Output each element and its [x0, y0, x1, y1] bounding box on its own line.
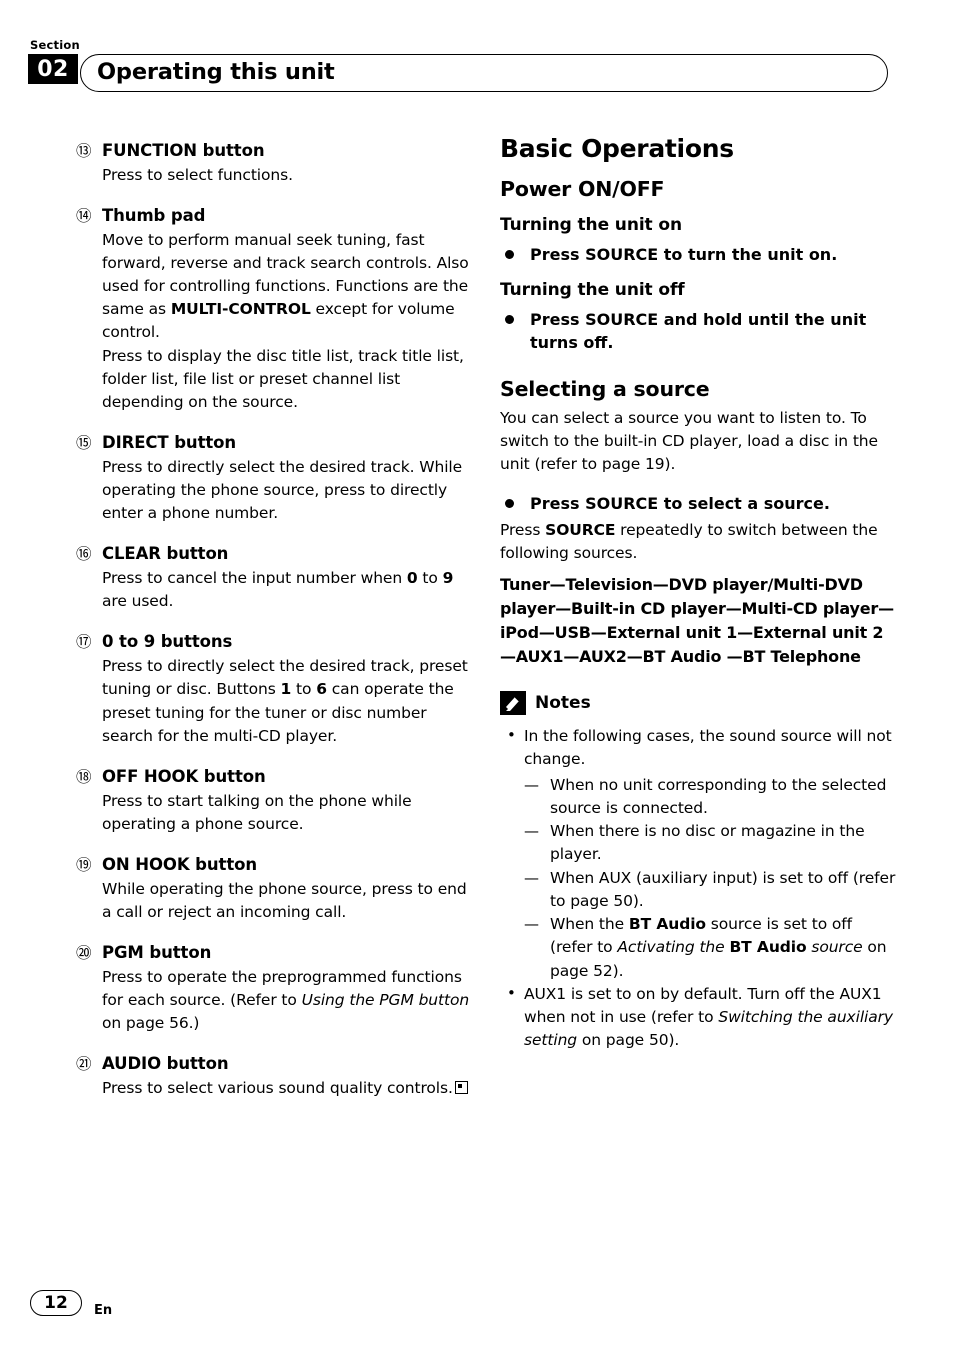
right-column: Basic Operations Power ON/OFF Turning th…: [500, 134, 896, 1055]
item-marker: ⑳: [76, 944, 92, 963]
page-language: En: [94, 1303, 113, 1318]
item-body: Press to select various sound quality co…: [102, 1077, 476, 1100]
item-title: OFF HOOK button: [102, 766, 266, 786]
manual-item: ⑲ ON HOOK button While operating the phone…: [76, 854, 476, 924]
section-number-badge: 02: [28, 54, 78, 84]
bullet-turn-on: Press SOURCE to turn the unit on.: [500, 243, 896, 266]
note-sub-item: When no unit corresponding to the select…: [524, 774, 896, 821]
note-item: AUX1 is set to on by default. Turn off t…: [500, 982, 896, 1053]
pencil-icon: [500, 691, 526, 716]
item-body: Press to directly select the desired tra…: [102, 457, 463, 523]
notes-title: Notes: [535, 693, 591, 714]
manual-item: ⑱ OFF HOOK button Press to start talking o…: [76, 766, 476, 836]
note-sub-item: When there is no disc or magazine in the…: [524, 820, 896, 867]
manual-item: ⑭ Thumb pad Move to perform manual seek tu…: [76, 205, 476, 414]
item-marker: ⑯: [76, 545, 92, 564]
item-title: 0 to 9 buttons: [102, 632, 233, 652]
manual-item: ⑬ FUNCTION button Press to select function…: [76, 140, 476, 187]
item-title: ON HOOK button: [102, 854, 257, 874]
notes-list: In the following cases, the sound source…: [500, 724, 896, 1053]
manual-item-header: ⑮ DIRECT button: [76, 432, 476, 454]
item-marker: ⑮: [76, 433, 92, 452]
manual-item: ⑯ CLEAR button Press to cancel the input n…: [76, 543, 476, 613]
heading-power-onoff: Power ON/OFF: [500, 177, 665, 201]
manual-item-header: ㉑ AUDIO button: [76, 1053, 476, 1075]
note-item: In the following cases, the sound source…: [500, 724, 896, 772]
heading-basic-operations: Basic Operations: [500, 134, 734, 163]
manual-item: ⑳ PGM button Press to operate the preprogr…: [76, 942, 476, 1035]
item-body: Move to perform manual seek tuning, fast…: [102, 231, 469, 411]
manual-item: ⑮ DIRECT button Press to directly select t…: [76, 432, 476, 525]
manual-page: Section 02 Operating this unit ⑬ FUNCTION…: [0, 0, 954, 1352]
manual-item-header: ⑲ ON HOOK button: [76, 854, 476, 876]
note-sub-item: When the BT Audio source is set to off (…: [524, 913, 896, 983]
item-title: CLEAR button: [102, 544, 229, 564]
source-list: Tuner—Television—DVD player/Multi-DVD pl…: [500, 575, 894, 667]
manual-item-header: ⑯ CLEAR button: [76, 543, 476, 565]
item-title: AUDIO button: [102, 1054, 229, 1074]
page-title: Operating this unit: [97, 59, 335, 85]
item-body: Press to directly select the desired tra…: [102, 657, 468, 745]
left-column: ⑬ FUNCTION button Press to select function…: [76, 140, 476, 1118]
bullet-select-source: Press SOURCE to select a source.: [500, 492, 896, 515]
manual-item: ⑰ 0 to 9 buttons Press to directly select …: [76, 631, 476, 747]
item-title: PGM button: [102, 943, 212, 963]
section-label: Section: [30, 38, 80, 52]
item-marker: ⑭: [76, 207, 92, 226]
item-marker: ⑰: [76, 633, 92, 652]
manual-item-header: ⑳ PGM button: [76, 942, 476, 964]
item-body: Press to operate the preprogrammed funct…: [102, 968, 470, 1033]
item-body: Press to select functions.: [102, 166, 293, 184]
paragraph-selecting-source: You can select a source you want to list…: [500, 408, 878, 473]
item-marker: ⑬: [76, 142, 92, 160]
item-marker: ⑱: [76, 767, 92, 786]
manual-item-header: ⑭ Thumb pad: [76, 205, 476, 227]
page-number: 12: [30, 1290, 82, 1316]
item-marker: ㉑: [76, 1055, 92, 1074]
item-title: DIRECT button: [102, 432, 237, 452]
paragraph-press-source: Press SOURCE repeatedly to switch betwee…: [500, 521, 878, 563]
item-marker: ⑲: [76, 855, 92, 874]
item-body: Press to cancel the input number when 0 …: [102, 569, 454, 611]
heading-turning-unit-off: Turning the unit off: [500, 280, 685, 301]
item-title: FUNCTION button: [102, 141, 265, 160]
heading-turning-unit-on: Turning the unit on: [500, 215, 682, 235]
item-body: Press to start talking on the phone whil…: [102, 791, 412, 833]
heading-selecting-source: Selecting a source: [500, 376, 710, 401]
bullet-turn-off: Press SOURCE and hold until the unit tur…: [500, 308, 896, 354]
manual-item-header: ⑰ 0 to 9 buttons: [76, 631, 476, 653]
manual-item-header: ⑱ OFF HOOK button: [76, 766, 476, 788]
notes-header: Notes: [500, 691, 896, 716]
manual-item: ㉑ AUDIO button Press to select various sou…: [76, 1053, 476, 1100]
note-sub-item: When AUX (auxiliary input) is set to off…: [524, 867, 896, 914]
manual-item-header: ⑬ FUNCTION button: [76, 140, 476, 162]
item-title: Thumb pad: [102, 206, 206, 226]
item-body: While operating the phone source, press …: [102, 879, 467, 921]
